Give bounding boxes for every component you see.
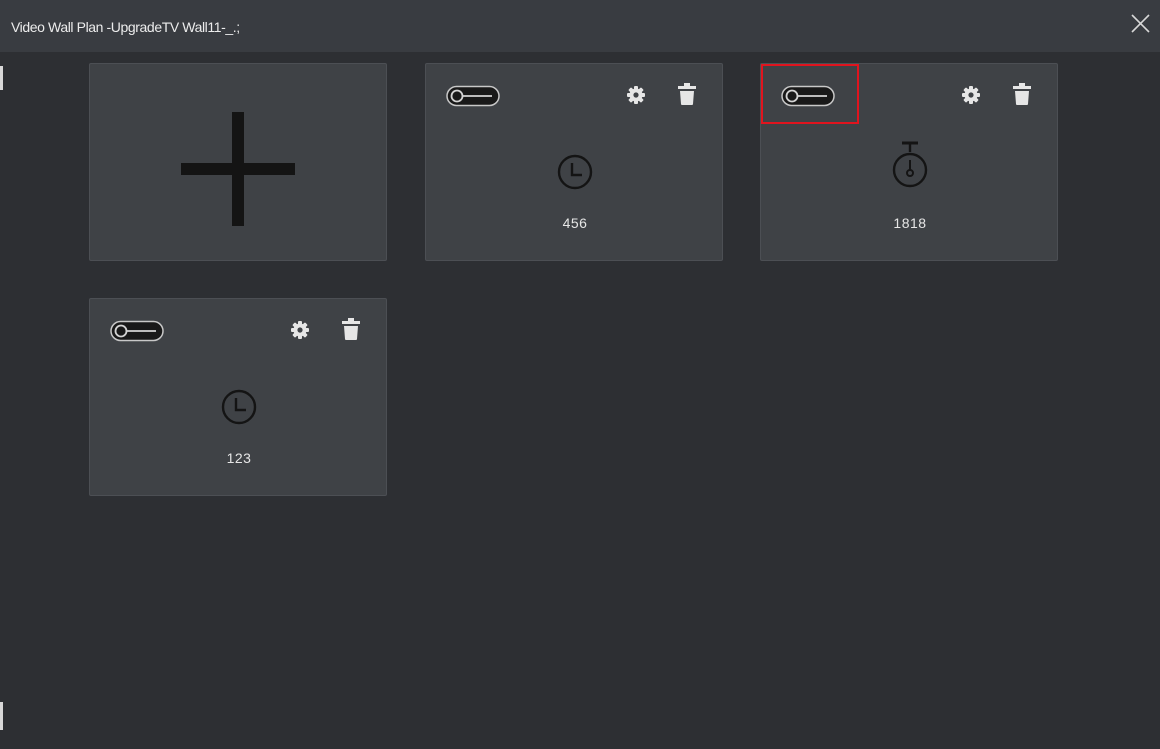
delete-button[interactable] xyxy=(678,82,696,106)
title-bar: Video Wall Plan -UpgradeTV Wall11-_.; xyxy=(0,0,1160,52)
trash-icon xyxy=(1013,83,1031,105)
trash-icon xyxy=(342,318,360,340)
toggle-highlight-box xyxy=(761,64,859,124)
plan-card: 123 xyxy=(89,298,387,496)
plan-card: 1818 xyxy=(760,63,1058,261)
close-button[interactable] xyxy=(1127,10,1155,38)
plan-toggle[interactable] xyxy=(110,320,164,342)
left-edge-marker xyxy=(0,702,3,730)
toggle-off-icon xyxy=(446,85,500,107)
window-title: Video Wall Plan -UpgradeTV Wall11-_.; xyxy=(11,19,240,35)
plan-name: 1818 xyxy=(893,215,927,231)
toggle-off-icon xyxy=(110,320,164,342)
delete-button[interactable] xyxy=(342,317,360,341)
clock-icon xyxy=(557,154,593,190)
plan-name: 123 xyxy=(226,450,252,466)
left-edge-marker xyxy=(0,66,3,90)
settings-button[interactable] xyxy=(290,320,310,340)
settings-button[interactable] xyxy=(626,85,646,105)
plan-card: 456 xyxy=(425,63,723,261)
gear-icon xyxy=(962,86,980,104)
plus-icon xyxy=(181,112,295,226)
video-wall-plan-window: Video Wall Plan -UpgradeTV Wall11-_.; 45… xyxy=(0,0,1160,749)
plan-toggle[interactable] xyxy=(446,85,500,107)
add-plan-card[interactable] xyxy=(89,63,387,261)
delete-button[interactable] xyxy=(1013,82,1031,106)
settings-button[interactable] xyxy=(961,85,981,105)
plan-name: 456 xyxy=(562,215,588,231)
close-icon xyxy=(1131,14,1150,33)
stopwatch-icon xyxy=(892,141,928,188)
gear-icon xyxy=(291,321,309,339)
trash-icon xyxy=(678,83,696,105)
gear-icon xyxy=(627,86,645,104)
clock-icon xyxy=(221,389,257,425)
